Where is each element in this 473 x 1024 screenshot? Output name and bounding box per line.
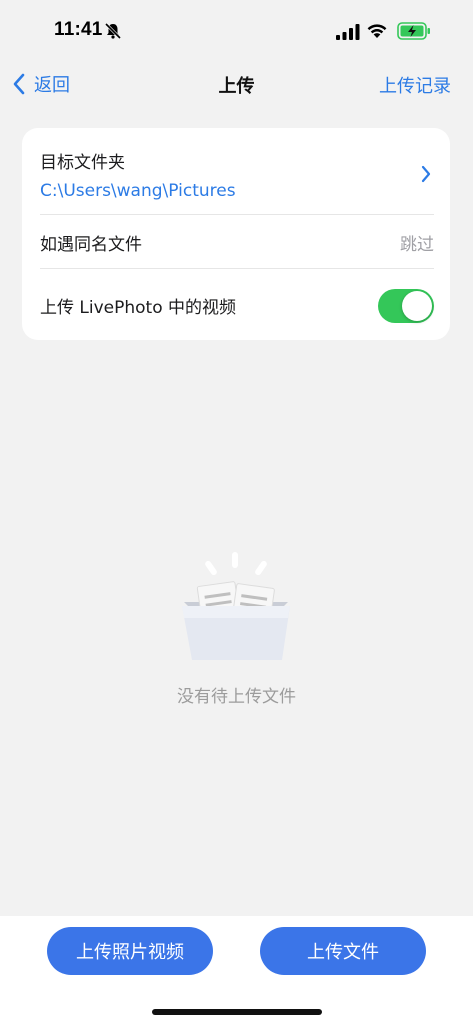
- home-indicator[interactable]: [152, 1009, 322, 1015]
- bell-slash-icon: [104, 22, 122, 40]
- empty-state-text: 没有待上传文件: [177, 687, 296, 707]
- battery-charging-icon: [397, 22, 430, 40]
- upload-history-button[interactable]: 上传记录: [379, 72, 451, 98]
- upload-settings-card: 目标文件夹 C:\Users\wang\Pictures 如遇同名文件 跳过 上…: [22, 128, 450, 340]
- bottom-action-bar: 上传照片视频 上传文件: [0, 916, 473, 1024]
- livephoto-video-label: 上传 LivePhoto 中的视频: [40, 298, 237, 318]
- livephoto-video-toggle[interactable]: [378, 289, 434, 323]
- target-folder-label: 目标文件夹: [40, 153, 125, 173]
- target-folder-row[interactable]: 目标文件夹 C:\Users\wang\Pictures: [40, 128, 434, 214]
- status-bar: 11:41: [0, 0, 473, 62]
- cellular-signal-icon: [336, 24, 360, 40]
- upload-photos-videos-button[interactable]: 上传照片视频: [47, 927, 213, 975]
- duplicate-file-row[interactable]: 如遇同名文件 跳过: [40, 215, 434, 268]
- wifi-icon: [367, 24, 387, 38]
- navigation-bar: 返回 上传 上传记录: [0, 62, 473, 106]
- upload-files-button[interactable]: 上传文件: [260, 927, 426, 975]
- toggle-knob: [402, 291, 432, 321]
- duplicate-file-value: 跳过: [400, 235, 434, 255]
- livephoto-video-row: 上传 LivePhoto 中的视频: [40, 269, 434, 340]
- empty-box-icon: [182, 552, 290, 660]
- duplicate-file-label: 如遇同名文件: [40, 235, 142, 255]
- status-time: 11:41: [54, 19, 103, 40]
- target-folder-path: C:\Users\wang\Pictures: [40, 181, 236, 201]
- chevron-right-icon: [421, 165, 431, 183]
